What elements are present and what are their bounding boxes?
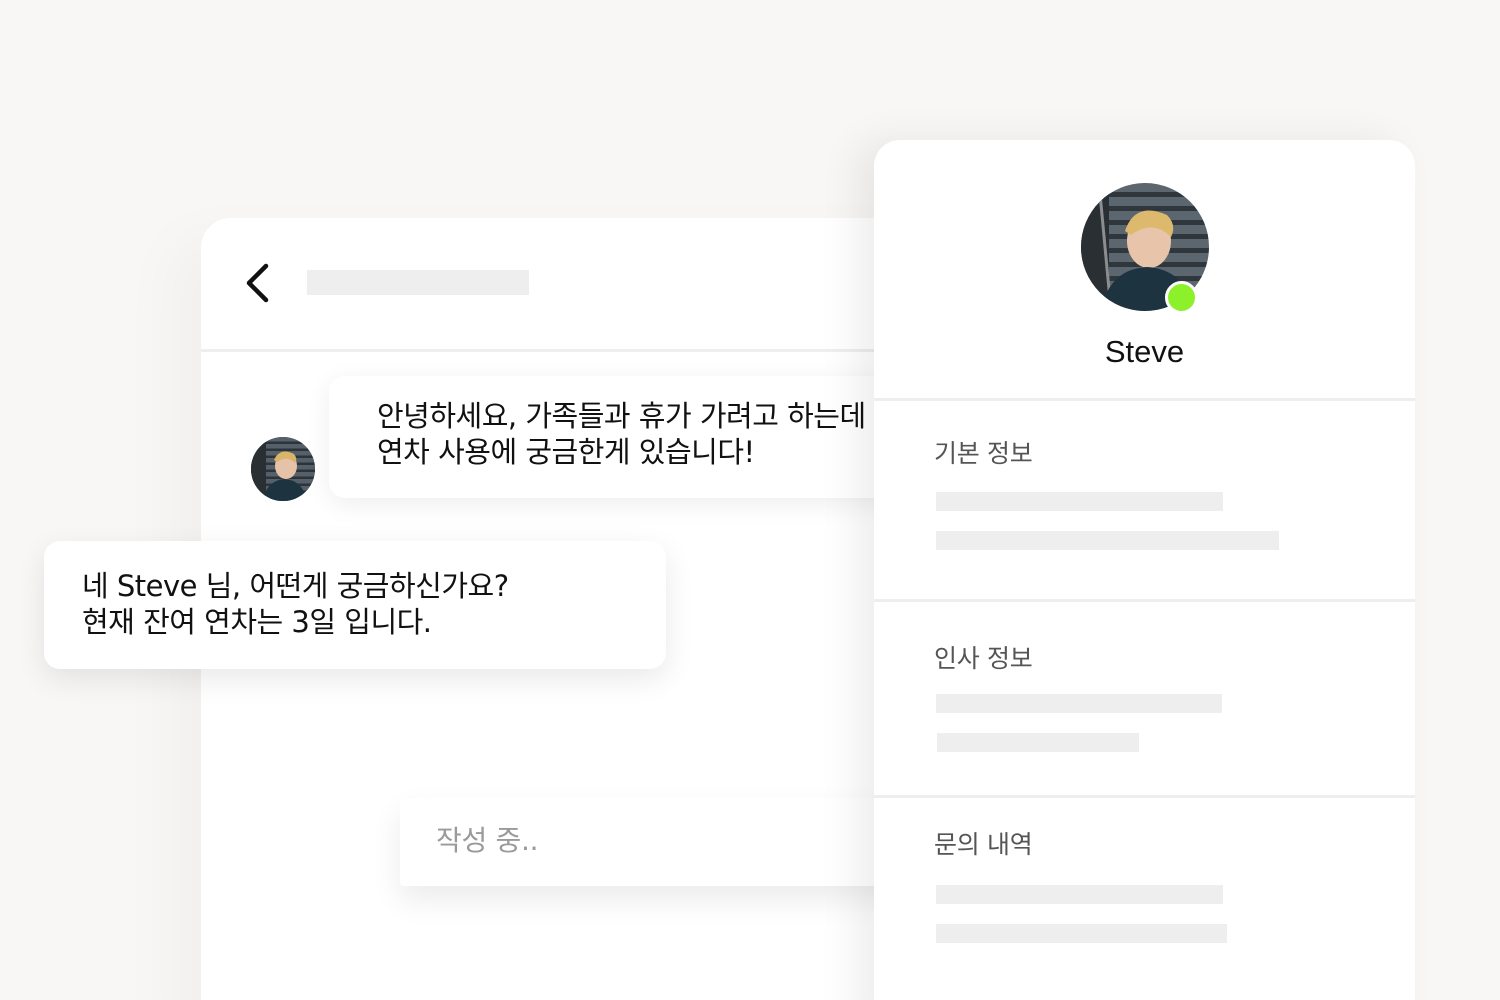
outgoing-message-bubble: 네 Steve 님, 어떤게 궁금하신가요? 현재 잔여 연차는 3일 입니다.	[44, 541, 666, 669]
message-input[interactable]: 작성 중..	[400, 798, 920, 886]
chat-title-placeholder	[307, 270, 529, 295]
placeholder-line	[936, 924, 1227, 943]
back-button[interactable]	[239, 258, 279, 308]
incoming-message-line: 안녕하세요, 가족들과 휴가 가려고 하는데	[377, 399, 866, 433]
typing-indicator: 작성 중..	[436, 824, 539, 857]
placeholder-line	[936, 885, 1223, 904]
chat-header	[201, 218, 961, 352]
user-photo-icon	[251, 437, 315, 501]
online-status-dot	[1165, 281, 1198, 314]
outgoing-message-line: 현재 잔여 연차는 3일 입니다.	[82, 605, 432, 639]
placeholder-line	[936, 531, 1279, 550]
chevron-left-icon	[246, 263, 269, 303]
incoming-message-text: 안녕하세요, 가족들과 휴가 가려고 하는데 연차 사용에 궁금한게 있습니다!	[377, 398, 937, 470]
profile-panel: Steve 기본 정보 인사 정보 문의 내역	[874, 140, 1415, 1000]
section-basic-info[interactable]: 기본 정보	[874, 398, 1415, 601]
incoming-message-line: 연차 사용에 궁금한게 있습니다!	[377, 435, 755, 469]
incoming-message-bubble: 안녕하세요, 가족들과 휴가 가려고 하는데 연차 사용에 궁금한게 있습니다!	[329, 376, 969, 498]
outgoing-message-line: 네 Steve 님, 어떤게 궁금하신가요?	[82, 569, 509, 603]
placeholder-line	[937, 733, 1139, 752]
app-stage: 안녕하세요, 가족들과 휴가 가려고 하는데 연차 사용에 궁금한게 있습니다!…	[0, 0, 1500, 1000]
profile-name: Steve	[1104, 334, 1185, 369]
section-title: 문의 내역	[934, 830, 1033, 859]
avatar	[251, 437, 315, 501]
section-title: 인사 정보	[934, 644, 1033, 673]
placeholder-line	[936, 492, 1223, 511]
placeholder-line	[936, 694, 1222, 713]
section-title: 기본 정보	[934, 439, 1033, 468]
section-inquiry-history[interactable]: 문의 내역	[874, 795, 1415, 1000]
outgoing-message-text: 네 Steve 님, 어떤게 궁금하신가요? 현재 잔여 연차는 3일 입니다.	[82, 568, 642, 640]
section-hr-info[interactable]: 인사 정보	[874, 599, 1415, 797]
